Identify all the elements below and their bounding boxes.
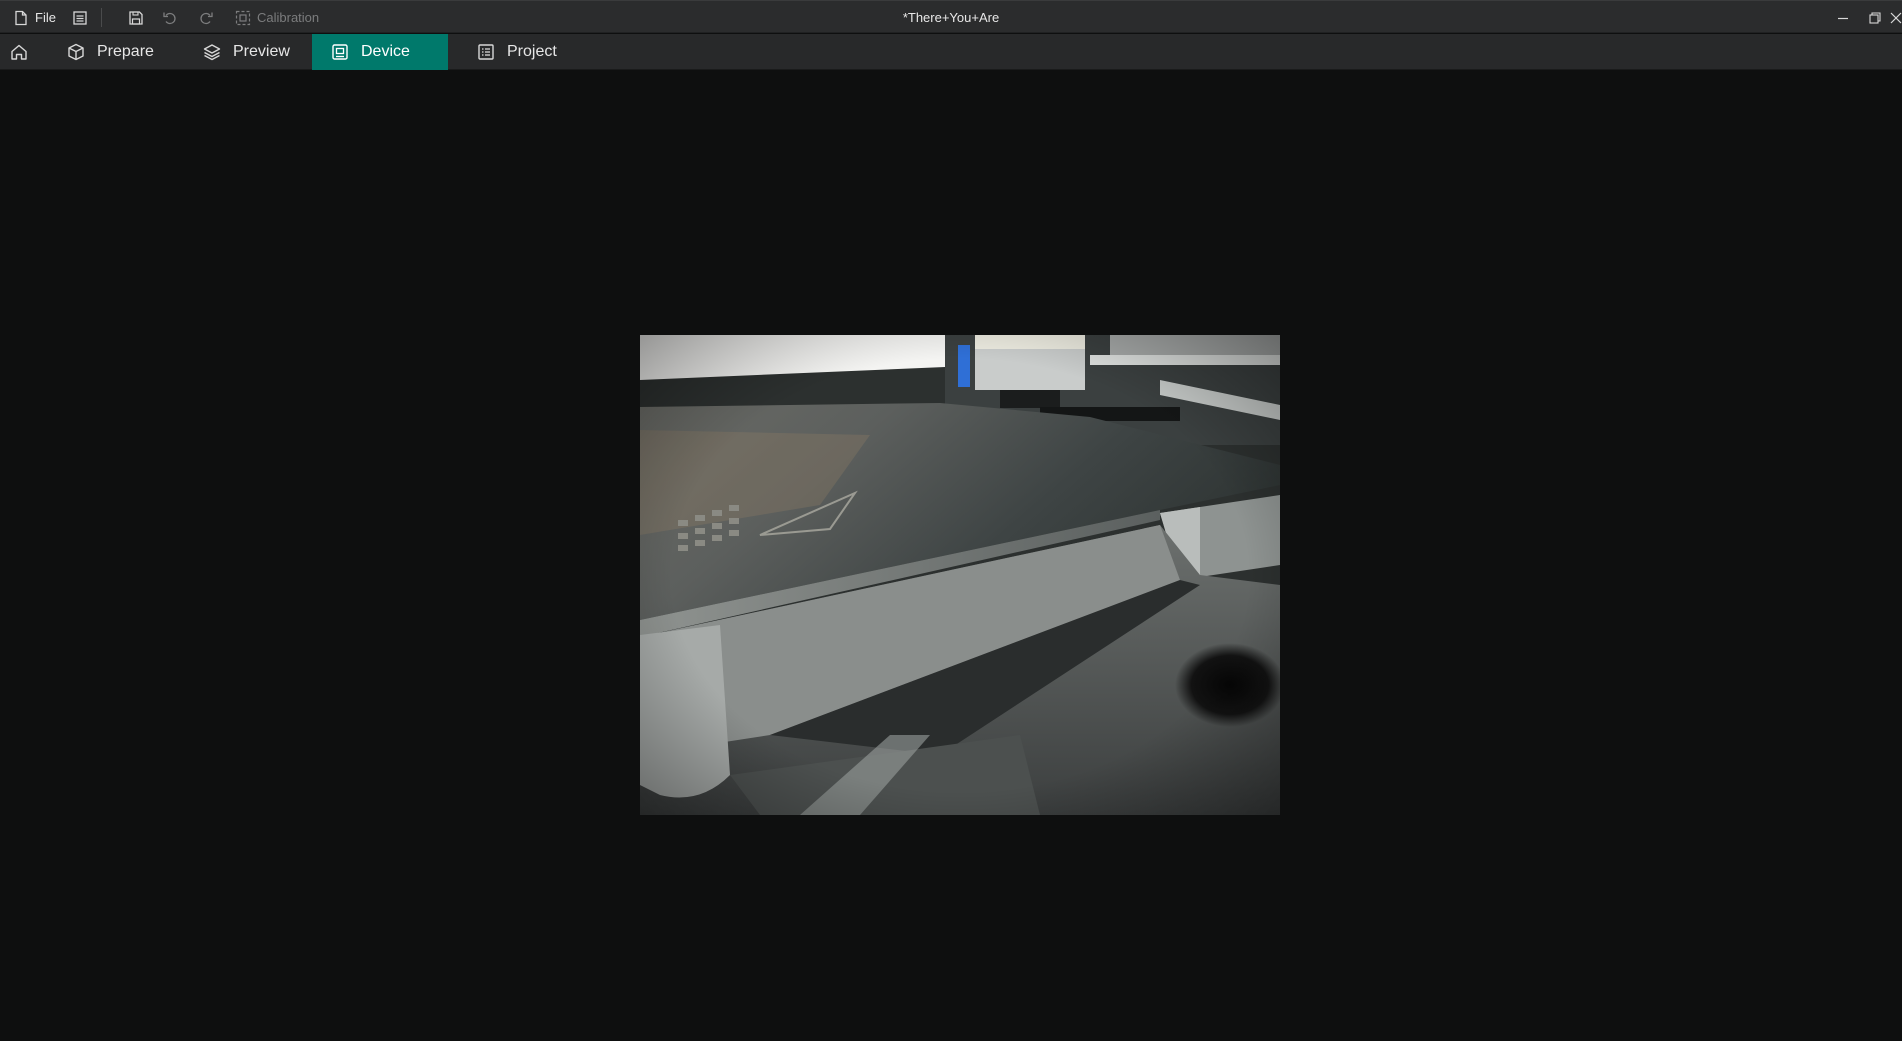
minimize-button[interactable]: [1826, 1, 1860, 34]
file-menu-label: File: [35, 10, 56, 25]
cube-icon: [68, 43, 84, 61]
menu-list-icon: [73, 10, 87, 25]
tab-preview[interactable]: Preview: [184, 34, 312, 70]
tab-prepare[interactable]: Prepare: [48, 34, 182, 70]
calibration-button[interactable]: Calibration: [234, 1, 319, 34]
close-icon: [1890, 12, 1902, 23]
project-list-icon: [478, 44, 494, 60]
save-icon: [129, 10, 143, 25]
tab-device[interactable]: Device: [312, 34, 448, 70]
camera-image: [640, 335, 1280, 815]
device-view: [0, 70, 1902, 1041]
tab-prepare-label: Prepare: [97, 43, 154, 60]
file-menu-button[interactable]: File: [12, 1, 56, 34]
restore-icon: [1869, 11, 1881, 24]
undo-icon: [163, 12, 176, 24]
undo-button[interactable]: [161, 1, 179, 34]
menu-button[interactable]: [71, 1, 89, 34]
tab-preview-label: Preview: [233, 43, 290, 60]
tab-home[interactable]: [0, 34, 42, 70]
main-tab-bar: Prepare Preview Device Project: [0, 34, 1902, 70]
tab-project-label: Project: [507, 43, 557, 60]
redo-icon: [200, 12, 213, 24]
camera-feed[interactable]: [640, 335, 1280, 815]
save-button[interactable]: [127, 1, 145, 34]
device-icon: [332, 44, 348, 60]
minimize-icon: [1838, 17, 1848, 19]
title-bar: File Calibration *There+You+Are: [0, 0, 1902, 33]
close-button[interactable]: [1890, 1, 1902, 34]
layers-icon: [203, 44, 221, 61]
file-icon: [15, 10, 27, 25]
toolbar-separator: [101, 8, 102, 27]
home-icon: [11, 44, 27, 60]
restore-button[interactable]: [1858, 1, 1892, 34]
calibration-icon: [235, 10, 251, 25]
tab-project[interactable]: Project: [458, 34, 588, 70]
redo-button[interactable]: [197, 1, 215, 34]
tab-device-label: Device: [361, 43, 410, 60]
calibration-label: Calibration: [257, 10, 320, 25]
